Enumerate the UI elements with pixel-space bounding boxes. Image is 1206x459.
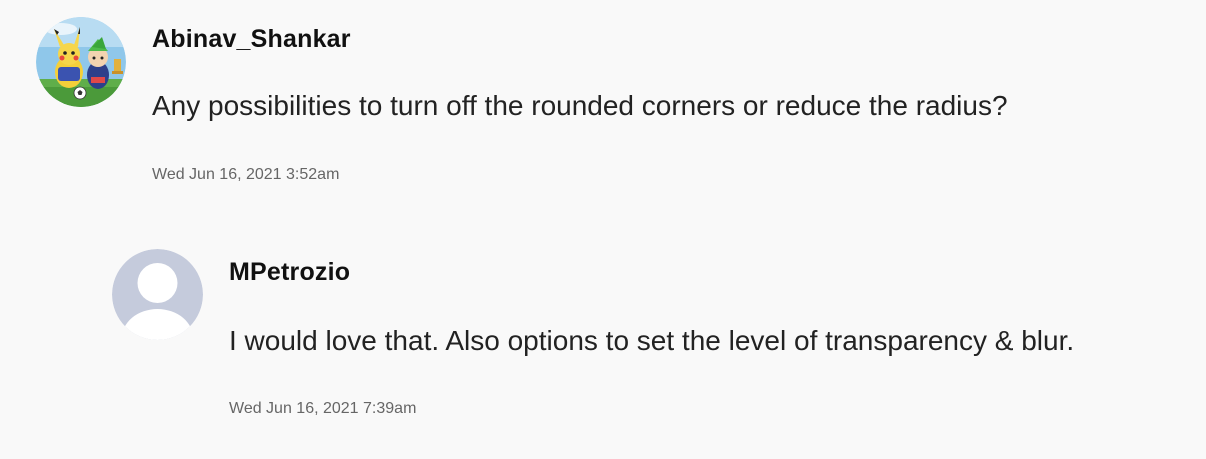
username[interactable]: MPetrozio [229, 258, 350, 287]
comment-reply: MPetrozio I would love that. Also option… [0, 230, 1206, 459]
cartoon-avatar-image [36, 17, 126, 107]
comment-text: I would love that. Also options to set t… [229, 325, 1075, 356]
username[interactable]: Abinav_Shankar [152, 25, 351, 54]
timestamp[interactable]: Wed Jun 16, 2021 3:52am [152, 166, 339, 184]
avatar[interactable] [36, 17, 126, 107]
avatar[interactable] [112, 249, 203, 340]
timestamp[interactable]: Wed Jun 16, 2021 7:39am [229, 400, 416, 418]
comment-text: Any possibilities to turn off the rounde… [152, 90, 1008, 121]
comment: Abinav_Shankar Any possibilities to turn… [0, 0, 1206, 200]
default-user-avatar [112, 249, 203, 340]
